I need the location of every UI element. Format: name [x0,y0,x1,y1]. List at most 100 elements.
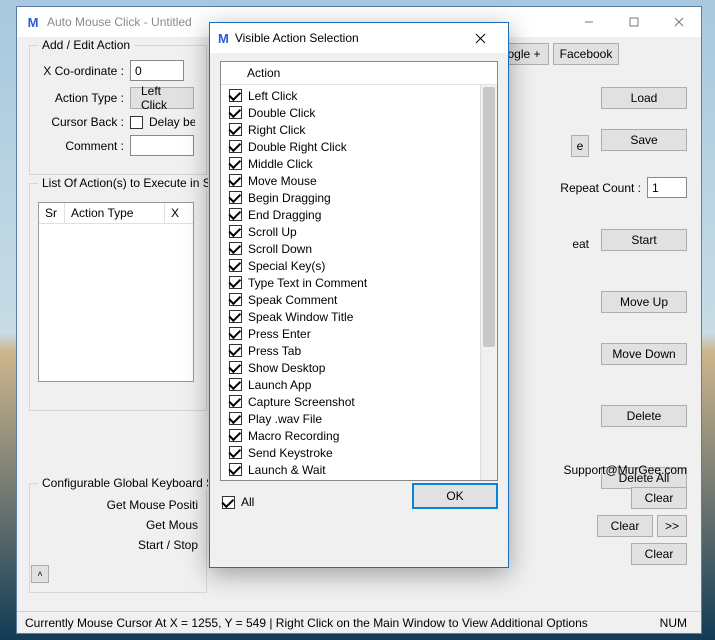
checkbox-icon[interactable] [229,259,242,272]
close-button[interactable] [656,8,701,37]
checkbox-icon[interactable] [229,395,242,408]
repeat-input[interactable] [647,177,687,198]
checkbox-icon[interactable] [229,293,242,306]
scrollbar-thumb[interactable] [483,87,495,347]
checklist-item[interactable]: End Dragging [227,206,480,223]
checkbox-icon[interactable] [229,242,242,255]
checklist-item[interactable]: Capture Screenshot [227,393,480,410]
checkbox-icon[interactable] [229,208,242,221]
checklist-item[interactable]: Special Key(s) [227,257,480,274]
xcoord-input[interactable] [130,60,184,81]
action-type-select[interactable]: Left Click [130,87,194,109]
checkbox-icon[interactable] [229,327,242,340]
clear-button-3[interactable]: Clear [631,543,687,565]
checklist-items: Left ClickDouble ClickRight Click Double … [221,85,480,480]
minimize-button[interactable] [566,8,611,37]
checklist-item[interactable]: Begin Dragging [227,189,480,206]
truncated-button-e[interactable]: e [571,135,589,157]
checkbox-icon[interactable] [229,412,242,425]
more-button[interactable]: >> [657,515,687,537]
col-action-type[interactable]: Action Type [65,203,165,223]
clear-button-2[interactable]: Clear [597,515,653,537]
all-label: All [241,495,254,509]
dialog-icon: M [218,31,229,46]
col-sr[interactable]: Sr [39,203,65,223]
checkbox-icon[interactable] [229,429,242,442]
checkbox-icon[interactable] [229,276,242,289]
list-group: List Of Action(s) to Execute in Sec Sr A… [29,183,207,411]
checklist-item[interactable]: Macro Recording [227,427,480,444]
checkbox-icon[interactable] [229,89,242,102]
checkbox-icon[interactable] [229,310,242,323]
start-button[interactable]: Start [601,229,687,251]
checklist-item[interactable]: Launch & Wait [227,461,480,478]
checklist-item-label: Press Tab [248,344,301,358]
all-checkbox-row: All [220,495,254,509]
checklist-item-label: Capture Screenshot [248,395,355,409]
add-edit-legend: Add / Edit Action [38,38,134,52]
checklist-item-label: End Dragging [248,208,321,222]
checklist-item-label: Scroll Up [248,225,297,239]
checkbox-icon[interactable] [229,344,242,357]
checklist-item[interactable]: Speak Window Title [227,308,480,325]
checklist-item[interactable]: Launch App [227,376,480,393]
dialog-close-button[interactable] [460,24,500,52]
scrollbar[interactable] [480,85,497,480]
status-text: Currently Mouse Cursor At X = 1255, Y = … [25,616,588,630]
dialog-titlebar[interactable]: M Visible Action Selection [210,23,508,53]
ok-button[interactable]: OK [412,483,498,509]
checklist-item-label: Move Mouse [248,174,317,188]
cursor-back-checkbox[interactable] [130,116,143,129]
checklist-item-label: Speak Comment [248,293,337,307]
checkbox-icon[interactable] [229,157,242,170]
col-x[interactable]: X [165,203,193,223]
checklist-item[interactable]: Type Text in Comment [227,274,480,291]
checklist-item[interactable]: Speak Comment [227,291,480,308]
checklist-item[interactable]: Left Click [227,87,480,104]
checklist-item[interactable]: Press Enter [227,325,480,342]
checkbox-icon[interactable] [229,174,242,187]
checklist-item[interactable]: Scroll Up [227,223,480,240]
save-button[interactable]: Save [601,129,687,151]
checklist-item[interactable]: Show Window [227,478,480,480]
action-list[interactable]: Sr Action Type X [38,202,194,382]
checkbox-icon[interactable] [229,361,242,374]
checklist-item[interactable]: Middle Click [227,155,480,172]
get-mouse-pos-label: Get Mouse Positi [107,498,198,512]
all-checkbox[interactable] [222,496,235,509]
checkbox-icon[interactable] [229,378,242,391]
checkbox-icon[interactable] [229,140,242,153]
checkbox-icon[interactable] [229,446,242,459]
checklist-item-label: Double Right Click [248,140,347,154]
checklist-item[interactable]: Scroll Down [227,240,480,257]
move-down-button[interactable]: Move Down [601,343,687,365]
checklist-item[interactable]: Move Mouse [227,172,480,189]
checklist-item[interactable]: Press Tab [227,342,480,359]
checklist-item[interactable]: Play .wav File [227,410,480,427]
checklist-item[interactable]: Double Click [227,104,480,121]
checklist-item[interactable]: Double Right Click [227,138,480,155]
facebook-button[interactable]: Facebook [553,43,619,65]
checkbox-icon[interactable] [229,463,242,476]
checkbox-icon[interactable] [229,191,242,204]
maximize-button[interactable] [611,8,656,37]
app-icon: M [25,14,41,30]
checklist-item-label: Middle Click [248,157,313,171]
checklist-item[interactable]: Right Click [227,121,480,138]
checkbox-icon[interactable] [229,225,242,238]
delete-button[interactable]: Delete [601,405,687,427]
comment-label: Comment : [38,139,124,153]
checklist-item-label: Scroll Down [248,242,312,256]
checkbox-icon[interactable] [229,106,242,119]
config-legend: Configurable Global Keyboard Sh [38,476,208,490]
spin-up-button[interactable]: ˄ [31,565,49,583]
load-button[interactable]: Load [601,87,687,109]
support-link[interactable]: Support@MurGee.com [563,463,687,477]
clear-button-1[interactable]: Clear [631,487,687,509]
checklist-item[interactable]: Send Keystroke [227,444,480,461]
checkbox-icon[interactable] [229,123,242,136]
comment-input[interactable] [130,135,194,156]
checklist-header[interactable]: Action [221,62,497,85]
checklist-item[interactable]: Show Desktop [227,359,480,376]
move-up-button[interactable]: Move Up [601,291,687,313]
